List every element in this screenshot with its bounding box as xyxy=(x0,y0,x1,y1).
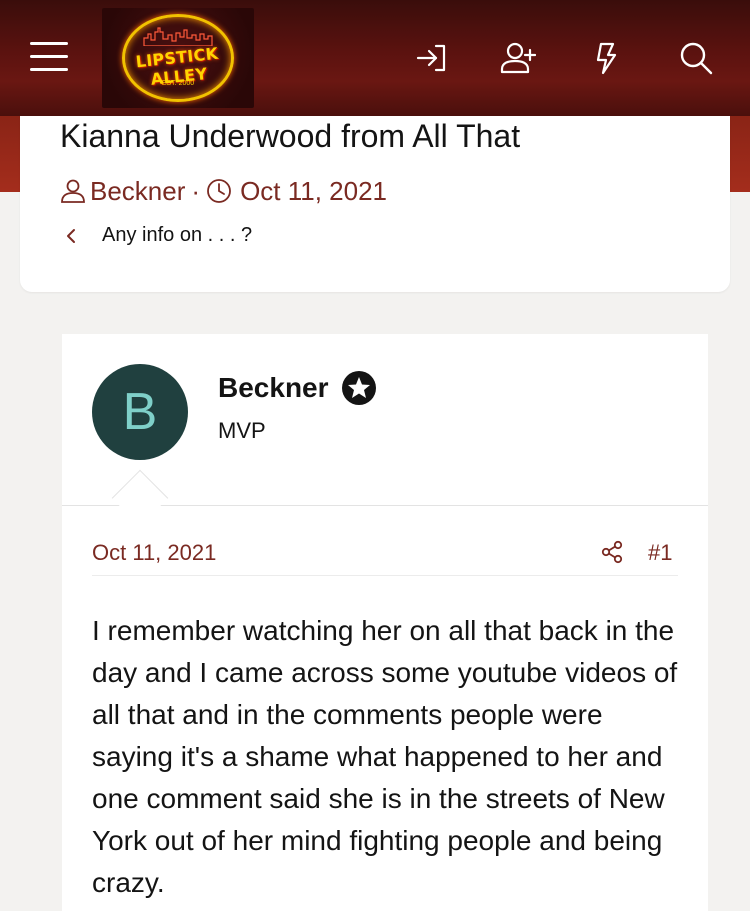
avatar[interactable]: B xyxy=(92,364,188,460)
post-author-row: B Beckner MVP xyxy=(62,334,708,506)
logo-est: EST. 2000 xyxy=(161,80,195,87)
post-username: Beckner xyxy=(218,370,377,406)
search-icon[interactable] xyxy=(678,40,714,76)
share-icon[interactable] xyxy=(600,540,624,564)
menu-icon[interactable] xyxy=(30,42,68,72)
chevron-left-icon xyxy=(67,228,75,243)
site-logo[interactable]: LIPSTICK ALLEY EST. 2000 xyxy=(102,8,254,108)
user-title: MVP xyxy=(218,418,266,443)
register-icon[interactable] xyxy=(500,40,537,76)
username-link[interactable]: Beckner xyxy=(218,372,329,404)
thread-author-link[interactable]: Beckner xyxy=(90,176,185,207)
post-number-link[interactable]: #1 xyxy=(648,540,672,566)
post-body-text: I remember watching her on all that back… xyxy=(92,615,678,898)
page-title: Kianna Underwood from All That xyxy=(60,118,521,154)
thread-meta: Beckner · Oct 11, 2021 xyxy=(60,176,387,206)
login-icon[interactable] xyxy=(414,40,450,76)
breadcrumb-label: Any info on . . . ? xyxy=(102,224,253,246)
skyline-icon xyxy=(143,27,213,46)
thread-date[interactable]: Oct 11, 2021 xyxy=(240,176,387,207)
breadcrumb[interactable]: Any info on . . . ? xyxy=(62,224,252,247)
star-badge-icon xyxy=(341,371,376,405)
post-divider xyxy=(92,575,678,576)
clock-icon xyxy=(207,179,231,203)
whats-new-icon[interactable] xyxy=(588,40,624,76)
post-card: B Beckner MVP Oct 11, 2021 #1 I remember… xyxy=(62,334,708,911)
user-icon xyxy=(61,179,85,203)
site-header: LIPSTICK ALLEY EST. 2000 xyxy=(0,0,750,116)
meta-separator: · xyxy=(191,175,201,206)
post-date[interactable]: Oct 11, 2021 xyxy=(92,540,216,566)
thread-header-card: Kianna Underwood from All That Beckner ·… xyxy=(20,100,730,292)
